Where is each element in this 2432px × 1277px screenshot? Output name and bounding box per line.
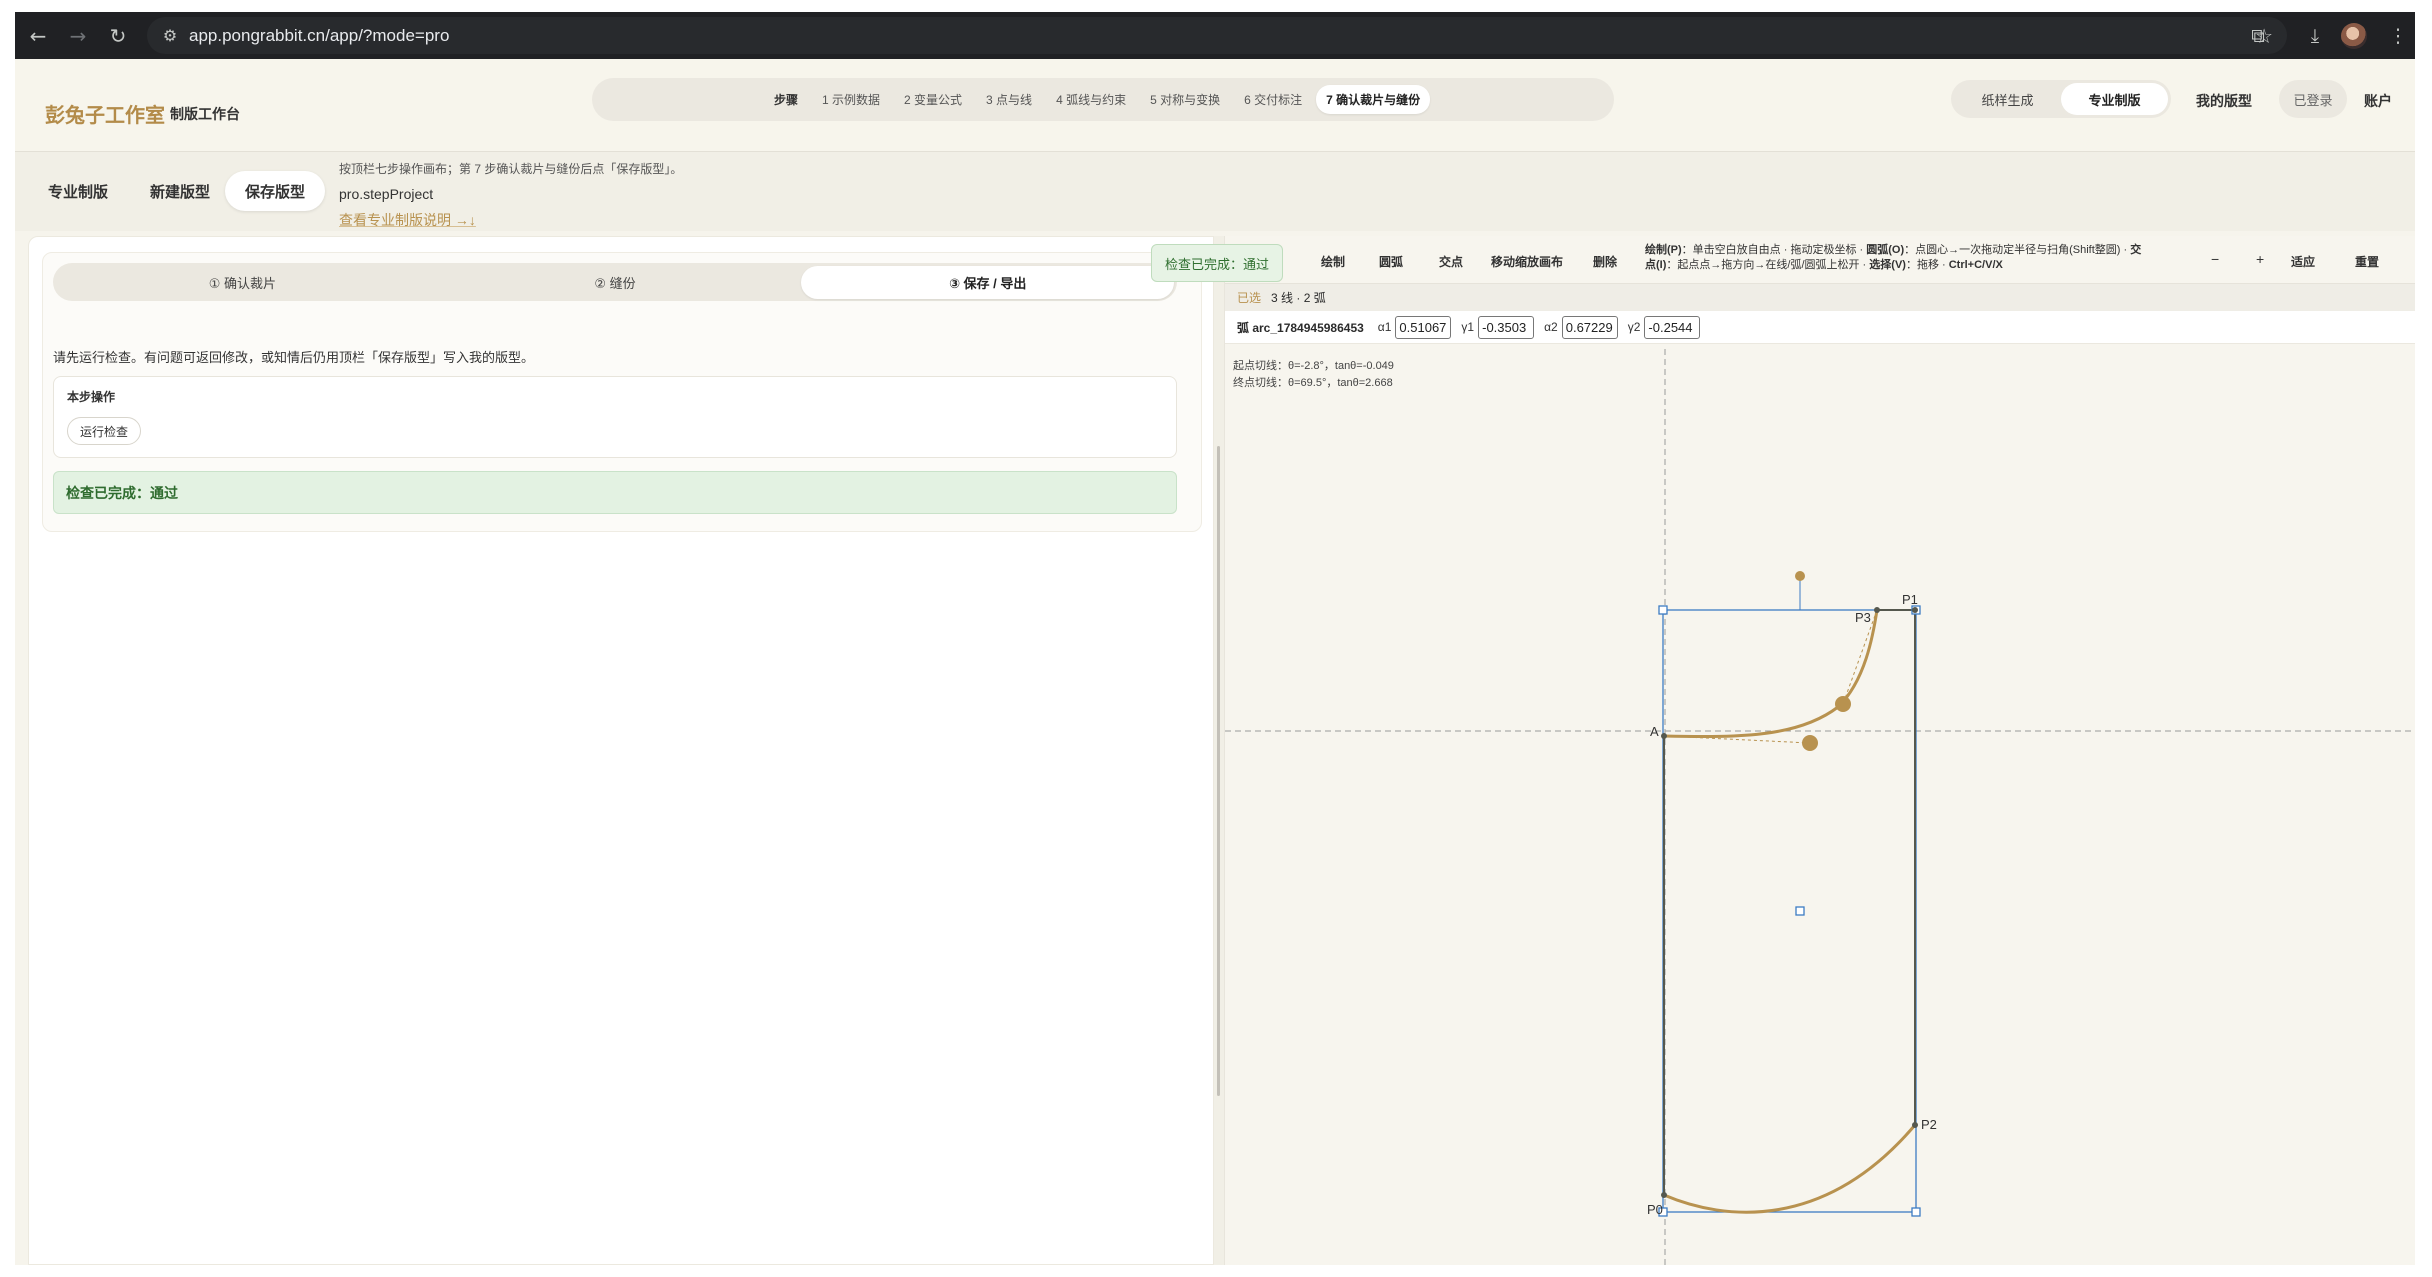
- mode-pro-drafting[interactable]: 专业制版: [2061, 83, 2168, 115]
- step-card: ① 确认裁片 ② 缝份 ③ 保存 / 导出 请先运行检查。有问题可返回修改，或知…: [42, 252, 1202, 532]
- step-2[interactable]: 2 变量公式: [894, 85, 972, 114]
- point-p2[interactable]: [1912, 1122, 1918, 1128]
- step-4[interactable]: 4 弧线与约束: [1046, 85, 1136, 114]
- tab-confirm-pieces[interactable]: ① 确认裁片: [56, 266, 429, 299]
- login-status-badge: 已登录: [2279, 80, 2347, 118]
- bbox-handle-br[interactable]: [1911, 1207, 1921, 1217]
- brand-name[interactable]: 彭兔子工作室: [45, 99, 165, 128]
- resizer-grip[interactable]: [1217, 446, 1220, 1096]
- point-a[interactable]: [1661, 733, 1667, 739]
- tab-new-pattern[interactable]: 新建版型: [130, 171, 230, 211]
- brand-subtitle: 制版工作台: [170, 106, 240, 122]
- arrow-left-icon[interactable]: ←: [21, 19, 55, 53]
- step-description: 请先运行检查。有问题可返回修改，或知情后仍用顶栏「保存版型」写入我的版型。: [53, 350, 535, 365]
- control-point-1[interactable]: [1802, 735, 1818, 751]
- more-menu-icon[interactable]: ⋮: [2381, 19, 2415, 53]
- tab-save-export[interactable]: ③ 保存 / 导出: [801, 265, 1175, 299]
- mode-pattern-generate[interactable]: 纸样生成: [1954, 83, 2061, 115]
- tab-seam-allowance[interactable]: ② 缝份: [429, 266, 802, 299]
- selection-bbox: [1662, 609, 1917, 1213]
- panel-resizer[interactable]: [1214, 236, 1224, 1265]
- doc-link[interactable]: 查看专业制版说明 →↓: [339, 210, 682, 230]
- drawing-canvas[interactable]: P1 P3 P2 A P0: [1225, 236, 2415, 1265]
- tangent-info: 起点切线：θ=-2.8°，tanθ=-0.049 终点切线：θ=69.5°，ta…: [1233, 358, 1394, 392]
- point-p1[interactable]: [1912, 607, 1918, 613]
- my-patterns-link[interactable]: 我的版型: [2196, 91, 2252, 111]
- step-7[interactable]: 7 确认裁片与缝份: [1316, 85, 1431, 114]
- run-check-button[interactable]: 运行检查: [67, 417, 142, 445]
- tangent-end-text: 终点切线：θ=69.5°，tanθ=2.668: [1233, 377, 1393, 389]
- canvas-panel: 绘制 圆弧 交点 移动缩放画布 删除 绘制(P)：单击空白放自由点 · 拖动定极…: [1224, 236, 2415, 1265]
- arc-lower[interactable]: [1663, 1124, 1917, 1214]
- workflow-hint: 按顶栏七步操作画布；第 7 步确认裁片与缝份后点「保存版型」。: [339, 162, 683, 176]
- tab-save-pattern[interactable]: 保存版型: [225, 171, 326, 211]
- label-p2: P2: [1921, 1117, 1937, 1132]
- app-window: ← → ↻ ⚙ app.pongrabbit.cn/app/?mode=pro …: [15, 12, 2415, 1265]
- check-toast: 检查已完成：通过: [1151, 244, 1283, 282]
- tangent-start-text: 起点切线：θ=-2.8°，tanθ=-0.049: [1233, 360, 1394, 372]
- browser-toolbar: ← → ↻ ⚙ app.pongrabbit.cn/app/?mode=pro …: [15, 12, 2415, 59]
- label-p0: P0: [1647, 1202, 1663, 1217]
- step-3[interactable]: 3 点与线: [976, 85, 1042, 114]
- bbox-handle-tl[interactable]: [1658, 605, 1668, 615]
- site-settings-icon[interactable]: ⚙: [159, 25, 181, 47]
- substep-tabs: ① 确认裁片 ② 缝份 ③ 保存 / 导出: [53, 263, 1177, 301]
- extensions-icon[interactable]: ⧉: [2241, 19, 2275, 53]
- download-icon[interactable]: ⤓: [2298, 19, 2332, 53]
- label-a: A: [1650, 724, 1659, 739]
- reload-icon[interactable]: ↻: [101, 19, 135, 53]
- step-5[interactable]: 5 对称与变换: [1140, 85, 1230, 114]
- arrow-right-icon[interactable]: →: [61, 19, 95, 53]
- arc-upper[interactable]: [1663, 609, 1879, 739]
- project-info: 按顶栏七步操作画布；第 7 步确认裁片与缝份后点「保存版型」。 pro.step…: [339, 160, 682, 230]
- address-bar[interactable]: ⚙ app.pongrabbit.cn/app/?mode=pro ☆: [147, 17, 2287, 54]
- mode-switch: 纸样生成 专业制版: [1951, 80, 2171, 118]
- label-p1: P1: [1902, 592, 1918, 607]
- step-1[interactable]: 1 示例数据: [812, 85, 890, 114]
- account-link[interactable]: 账户: [2364, 91, 2392, 111]
- step-nav: 步骤 1 示例数据 2 变量公式 3 点与线 4 弧线与约束 5 对称与变换 6…: [592, 78, 1614, 121]
- operation-box: 本步操作 运行检查: [53, 376, 1177, 458]
- operation-title: 本步操作: [67, 390, 116, 404]
- sub-toolbar: 专业制版 新建版型 保存版型 按顶栏七步操作画布；第 7 步确认裁片与缝份后点「…: [15, 151, 2415, 231]
- step-6[interactable]: 6 交付标注: [1234, 85, 1312, 114]
- control-point-2[interactable]: [1835, 696, 1851, 712]
- check-result: 检查已完成：通过: [53, 471, 1177, 514]
- point-p0[interactable]: [1661, 1192, 1667, 1198]
- project-name: pro.stepProject: [339, 186, 434, 202]
- url-text[interactable]: app.pongrabbit.cn/app/?mode=pro: [189, 26, 449, 46]
- rotate-handle[interactable]: [1795, 571, 1805, 581]
- point-p3[interactable]: [1874, 607, 1880, 613]
- tab-pro-drafting[interactable]: 专业制版: [28, 171, 128, 211]
- profile-avatar[interactable]: [2341, 23, 2367, 49]
- label-p3: P3: [1855, 610, 1871, 625]
- step-nav-title: 步骤: [774, 93, 799, 107]
- bbox-center-handle[interactable]: [1795, 906, 1805, 916]
- step-panel: ① 确认裁片 ② 缝份 ③ 保存 / 导出 请先运行检查。有问题可返回修改，或知…: [28, 236, 1214, 1265]
